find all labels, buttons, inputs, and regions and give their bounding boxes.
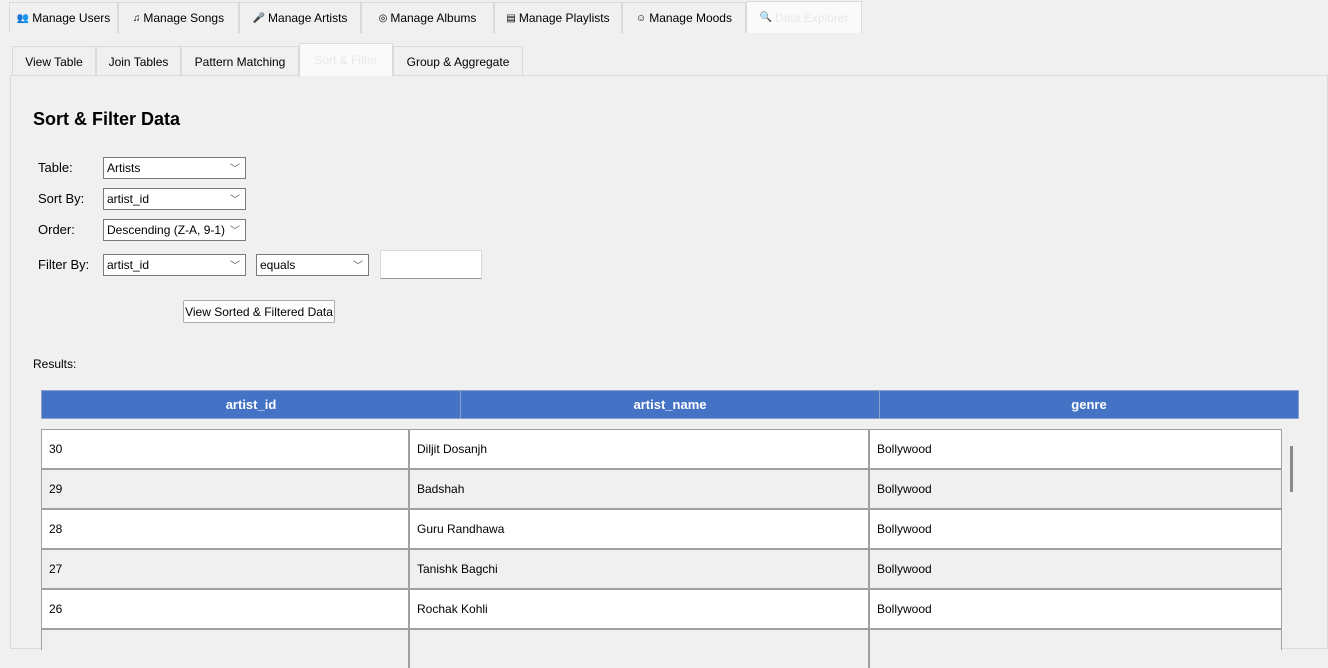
column-header-genre[interactable]: genre — [879, 390, 1299, 419]
main-tab-manage-artists[interactable]: 🎤 Manage Artists — [239, 2, 361, 33]
column-header-artist-id[interactable]: artist_id — [41, 390, 461, 419]
order-select[interactable]: Descending (Z-A, 9-1) ﹀ — [103, 219, 246, 241]
tab-label: Manage Moods — [649, 11, 732, 25]
page-title: Sort & Filter Data — [33, 109, 181, 129]
main-tab-manage-playlists[interactable]: ▤ Manage Playlists — [494, 2, 622, 33]
sub-tab-view-table[interactable]: View Table — [12, 46, 96, 76]
tab-label: View Table — [25, 54, 83, 69]
main-tab-manage-albums[interactable]: ◎ Manage Albums — [361, 2, 494, 33]
table-select-value: Artists — [107, 161, 141, 175]
sort-by-label: Sort By: — [38, 191, 85, 206]
filter-operator-value: equals — [260, 258, 296, 272]
cell-artist-name: Diljit Dosanjh — [410, 430, 870, 468]
table-row[interactable]: 30 Diljit Dosanjh Bollywood — [41, 430, 1282, 470]
tab-label: Group & Aggregate — [406, 54, 510, 69]
cell-genre — [870, 630, 1283, 668]
cell-artist-id: 29 — [42, 470, 410, 508]
cell-artist-id: 26 — [42, 590, 410, 628]
table-row[interactable]: 28 Guru Randhawa Bollywood — [41, 510, 1282, 550]
table-row[interactable]: 26 Rochak Kohli Bollywood — [41, 590, 1282, 630]
table-select[interactable]: Artists ﹀ — [103, 157, 246, 179]
tab-label: Manage Albums — [390, 11, 477, 25]
chevron-down-icon: ﹀ — [230, 261, 240, 272]
mood-icon: ☺ — [636, 12, 647, 24]
table-label: Table: — [38, 160, 73, 175]
filter-column-select[interactable]: artist_id ﹀ — [103, 254, 246, 276]
scrollbar-thumb[interactable] — [1290, 446, 1293, 492]
cell-artist-id: 27 — [42, 550, 410, 588]
cell-genre: Bollywood — [877, 482, 932, 496]
cell-artist-name: Badshah — [410, 470, 870, 508]
filter-value-input[interactable] — [380, 250, 482, 279]
main-tab-manage-users[interactable]: 👥 Manage Users — [9, 2, 118, 33]
order-label: Order: — [38, 222, 75, 237]
cell-artist-name: Tanishk Bagchi — [410, 550, 870, 588]
main-tab-manage-songs[interactable]: ♫ Manage Songs — [118, 2, 239, 33]
cell-artist-id: 28 — [42, 510, 410, 548]
tab-label: Pattern Matching — [194, 54, 286, 69]
filter-column-value: artist_id — [107, 258, 150, 272]
sub-tab-sort-filter[interactable]: Sort & Filter — [299, 43, 393, 76]
table-row[interactable]: 29 Badshah Bollywood — [41, 470, 1282, 510]
tab-label: Manage Songs — [143, 11, 225, 25]
tab-label: Manage Playlists — [518, 11, 610, 25]
cell-artist-id: 30 — [42, 430, 410, 468]
tab-label: Manage Artists — [268, 11, 348, 25]
chevron-down-icon: ﹀ — [230, 195, 240, 206]
sort-by-select[interactable]: artist_id ﹀ — [103, 188, 246, 210]
cell-artist-id — [42, 630, 410, 668]
results-label: Results: — [33, 357, 77, 371]
table-row[interactable]: 27 Tanishk Bagchi Bollywood — [41, 550, 1282, 590]
main-tab-manage-moods[interactable]: ☺ Manage Moods — [622, 2, 746, 33]
cell-genre: Bollywood — [877, 562, 932, 576]
tab-label: Join Tables — [108, 54, 169, 69]
microphone-icon: 🎤 — [252, 12, 266, 24]
cell-genre: Bollywood — [877, 442, 932, 456]
playlist-icon: ▤ — [506, 12, 516, 24]
column-header-artist-name[interactable]: artist_name — [460, 390, 880, 419]
cell-artist-name — [410, 630, 870, 668]
music-note-icon: ♫ — [132, 12, 141, 24]
tab-label: Sort & Filter — [314, 53, 378, 67]
cell-genre: Bollywood — [877, 522, 932, 536]
order-value: Descending (Z-A, 9-1) — [107, 223, 226, 237]
filter-operator-select[interactable]: equals ﹀ — [256, 254, 369, 276]
tab-label: Data Explorer — [775, 10, 849, 25]
tab-label: Manage Users — [32, 11, 111, 25]
disc-icon: ◎ — [378, 12, 388, 24]
users-icon: 👥 — [16, 12, 30, 24]
view-sorted-filtered-button[interactable]: View Sorted & Filtered Data — [183, 300, 335, 323]
sort-by-value: artist_id — [107, 192, 150, 206]
main-tab-data-explorer[interactable]: 🔍 Data Explorer — [746, 1, 862, 33]
chevron-down-icon: ﹀ — [353, 261, 363, 272]
cell-genre: Bollywood — [877, 602, 932, 616]
sub-tab-pattern-matching[interactable]: Pattern Matching — [181, 46, 299, 76]
sub-tab-join-tables[interactable]: Join Tables — [96, 46, 181, 76]
cell-artist-name: Rochak Kohli — [410, 590, 870, 628]
cell-artist-name: Guru Randhawa — [410, 510, 870, 548]
search-icon: 🔍 — [759, 12, 773, 23]
filter-by-label: Filter By: — [38, 257, 90, 272]
chevron-down-icon: ﹀ — [230, 226, 240, 237]
sub-tab-group-aggregate[interactable]: Group & Aggregate — [393, 46, 523, 76]
table-row[interactable] — [41, 630, 1282, 668]
chevron-down-icon: ﹀ — [230, 164, 240, 175]
